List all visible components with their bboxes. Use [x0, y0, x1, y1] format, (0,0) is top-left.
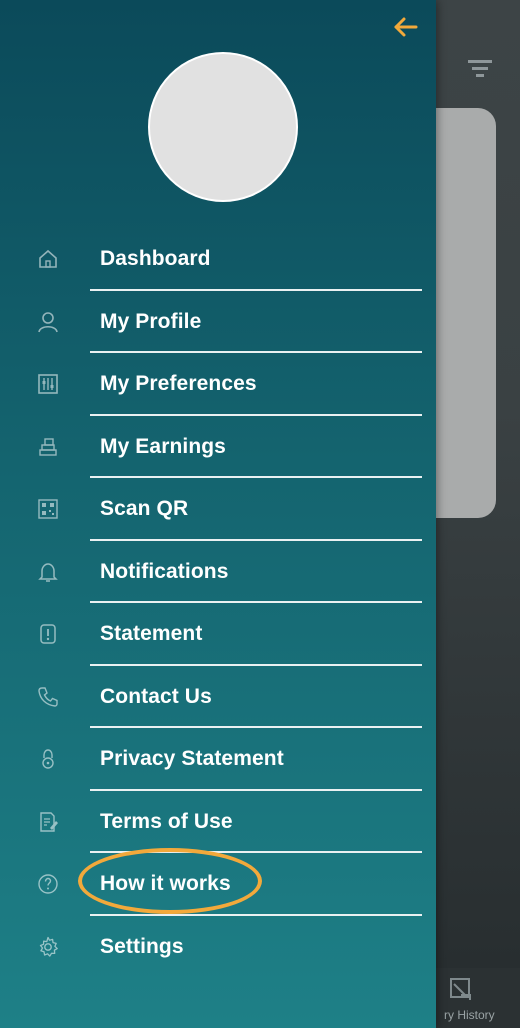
tab-history-label: ry History: [444, 1008, 495, 1022]
menu-item-label: Contact Us: [100, 684, 212, 708]
qr-code-icon: [36, 497, 60, 521]
menu-item-label: My Profile: [100, 309, 202, 333]
menu-item-my-earnings[interactable]: My Earnings: [0, 416, 436, 478]
lock-icon: [36, 747, 60, 771]
menu-item-statement[interactable]: Statement: [0, 603, 436, 666]
menu-item-settings[interactable]: Settings: [0, 916, 436, 979]
profile-avatar[interactable]: [148, 52, 298, 202]
menu-item-label: Scan QR: [100, 497, 189, 521]
document-edit-icon: [36, 810, 60, 834]
menu-item-notifications[interactable]: Notifications: [0, 541, 436, 603]
menu-item-label: Dashboard: [100, 247, 211, 271]
tab-history[interactable]: ry History: [444, 972, 520, 1028]
menu-item-label: Notifications: [100, 559, 229, 583]
user-icon: [36, 310, 60, 334]
app-screen: ry History Dashboard My Profile My Prefe…: [0, 0, 520, 1028]
bell-icon: [36, 560, 60, 584]
menu-item-label: Statement: [100, 622, 203, 646]
menu-item-label: My Earnings: [100, 434, 226, 458]
gear-icon: [36, 935, 60, 959]
drawer-menu: Dashboard My Profile My Preferences My E…: [0, 228, 436, 978]
menu-item-how-it-works[interactable]: How it works: [0, 853, 436, 916]
menu-item-my-profile[interactable]: My Profile: [0, 291, 436, 353]
menu-item-label: Privacy Statement: [100, 747, 284, 771]
back-button[interactable]: [388, 10, 422, 44]
menu-item-contact-us[interactable]: Contact Us: [0, 666, 436, 728]
arrow-left-icon: [394, 17, 418, 37]
phone-icon: [36, 685, 60, 709]
menu-item-label: Terms of Use: [100, 809, 233, 833]
menu-item-label: How it works: [100, 872, 231, 896]
menu-item-scan-qr[interactable]: Scan QR: [0, 478, 436, 541]
menu-item-privacy-statement[interactable]: Privacy Statement: [0, 728, 436, 791]
coins-icon: [36, 435, 60, 459]
menu-item-terms-of-use[interactable]: Terms of Use: [0, 791, 436, 853]
navigation-drawer: Dashboard My Profile My Preferences My E…: [0, 0, 436, 1028]
menu-item-label: My Preferences: [100, 372, 257, 396]
sliders-icon: [36, 372, 60, 396]
home-icon: [36, 247, 60, 271]
menu-item-my-preferences[interactable]: My Preferences: [0, 353, 436, 416]
help-circle-icon: [36, 872, 60, 896]
menu-item-dashboard[interactable]: Dashboard: [0, 228, 436, 291]
filter-icon[interactable]: [466, 55, 494, 81]
history-icon: [450, 978, 471, 1000]
menu-item-label: Settings: [100, 934, 184, 958]
statement-icon: [36, 622, 60, 646]
